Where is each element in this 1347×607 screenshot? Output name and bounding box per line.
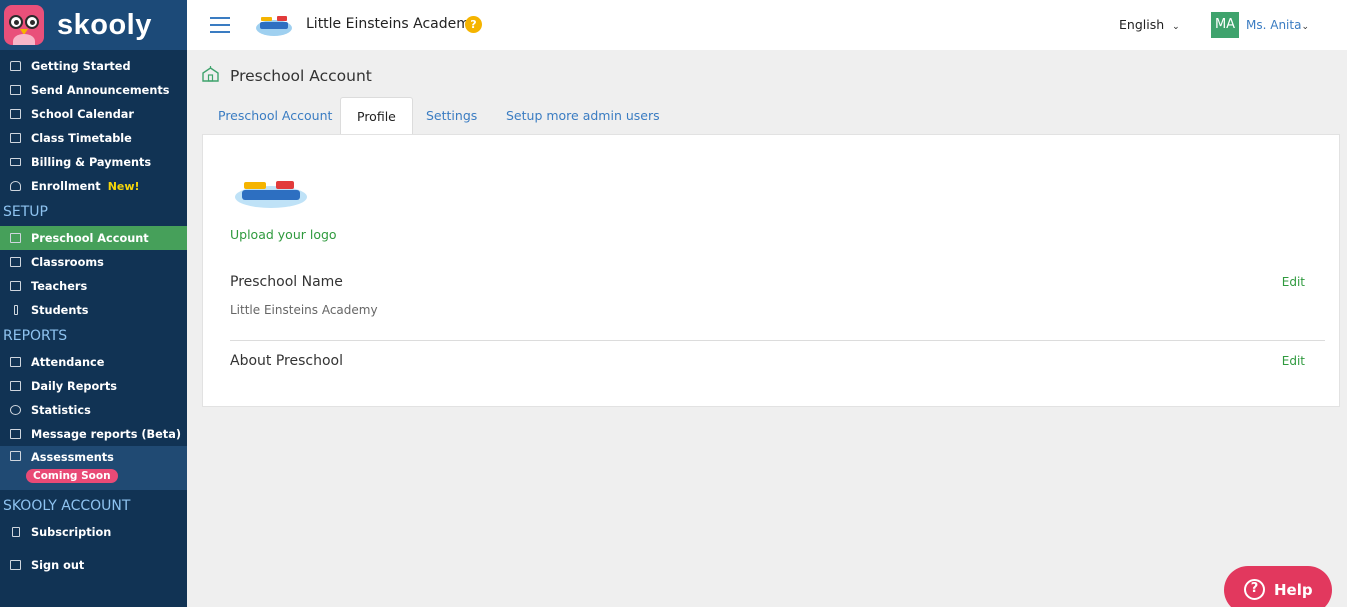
menu-icon[interactable] (210, 17, 230, 33)
chevron-down-icon: ⌄ (1172, 22, 1180, 32)
attendance-icon (0, 357, 31, 367)
section-skooly-account: SKOOLY ACCOUNT (3, 498, 131, 514)
help-question-icon[interactable]: ? (465, 16, 482, 33)
home-icon (0, 61, 31, 71)
school-icon (0, 233, 31, 243)
school-icon (202, 66, 219, 82)
help-label: Help (1274, 581, 1313, 599)
tab-profile[interactable]: Profile (340, 97, 413, 135)
edit-about-preschool-button[interactable]: Edit (1282, 354, 1305, 368)
sidebar-item-daily-reports[interactable]: Daily Reports (0, 374, 187, 398)
page-title: Preschool Account (230, 67, 372, 85)
brand-name: skooly (57, 8, 152, 41)
tab-settings[interactable]: Settings (410, 97, 493, 135)
chevron-down-icon: ⌄ (1301, 22, 1309, 32)
section-setup: SETUP (3, 204, 48, 220)
edit-preschool-name-button[interactable]: Edit (1282, 275, 1305, 289)
school-logo (256, 16, 292, 36)
help-button[interactable]: ? Help (1224, 566, 1332, 607)
sidebar-item-students[interactable]: Students (0, 298, 187, 322)
user-name: Ms. Anita (1246, 18, 1302, 32)
profile-card: Upload your logo Preschool Name Edit Lit… (202, 134, 1340, 407)
sidebar-item-message-reports[interactable]: Message reports (Beta) (0, 422, 187, 446)
megaphone-icon (0, 85, 31, 95)
brand[interactable]: skooly (0, 0, 187, 50)
language-label: English (1119, 17, 1165, 32)
card-icon (0, 158, 31, 166)
preschool-name-value: Little Einsteins Academy (230, 303, 378, 317)
tab-setup-admin-users[interactable]: Setup more admin users (490, 97, 676, 135)
sidebar-item-school-calendar[interactable]: School Calendar (0, 102, 187, 126)
coming-soon-badge: Coming Soon (26, 469, 118, 483)
sidebar-item-class-timetable[interactable]: Class Timetable (0, 126, 187, 150)
report-icon (0, 429, 31, 439)
calendar-icon (0, 133, 31, 143)
sidebar-item-getting-started[interactable]: Getting Started (0, 54, 187, 78)
sidebar-item-billing-payments[interactable]: Billing & Payments (0, 150, 187, 174)
teacher-icon (0, 281, 31, 291)
sidebar-item-teachers[interactable]: Teachers (0, 274, 187, 298)
user-add-icon (0, 181, 31, 191)
sidebar-item-subscription[interactable]: Subscription (0, 520, 187, 544)
sign-out-icon (0, 560, 31, 570)
language-selector[interactable]: English ⌄ (1119, 17, 1180, 32)
calendar-icon (0, 109, 31, 119)
divider (230, 340, 1325, 341)
avatar[interactable]: MA (1211, 12, 1239, 38)
about-preschool-label: About Preschool (230, 353, 343, 369)
tab-preschool-account[interactable]: Preschool Account (202, 97, 348, 135)
user-menu[interactable]: Ms. Anita⌄ (1246, 18, 1309, 32)
preschool-name-label: Preschool Name (230, 274, 343, 290)
classroom-icon (0, 257, 31, 267)
sidebar-item-enrollment[interactable]: Enrollment New! (0, 174, 187, 198)
report-icon (0, 381, 31, 391)
question-icon: ? (1244, 579, 1265, 600)
bookmark-icon (0, 527, 31, 537)
section-reports: REPORTS (3, 328, 68, 344)
sidebar-item-send-announcements[interactable]: Send Announcements (0, 78, 187, 102)
school-name: Little Einsteins Academy (306, 16, 479, 32)
upload-logo-link[interactable]: Upload your logo (230, 227, 337, 242)
pie-icon (0, 405, 31, 415)
owl-icon (4, 5, 44, 45)
calendar-icon (0, 451, 31, 461)
sidebar: skooly Getting Started Send Announcement… (0, 0, 187, 607)
sidebar-item-preschool-account[interactable]: Preschool Account (0, 226, 187, 250)
pencil-icon (0, 305, 31, 315)
sidebar-item-classrooms[interactable]: Classrooms (0, 250, 187, 274)
sidebar-item-attendance[interactable]: Attendance (0, 350, 187, 374)
new-badge: New! (107, 179, 140, 193)
top-bar: Little Einsteins Academy ? English ⌄ MA M… (187, 0, 1347, 50)
sidebar-item-sign-out[interactable]: Sign out (0, 553, 187, 577)
sidebar-item-statistics[interactable]: Statistics (0, 398, 187, 422)
sidebar-item-assessments[interactable]: Assessments Coming Soon (0, 446, 187, 490)
school-logo (235, 181, 307, 208)
